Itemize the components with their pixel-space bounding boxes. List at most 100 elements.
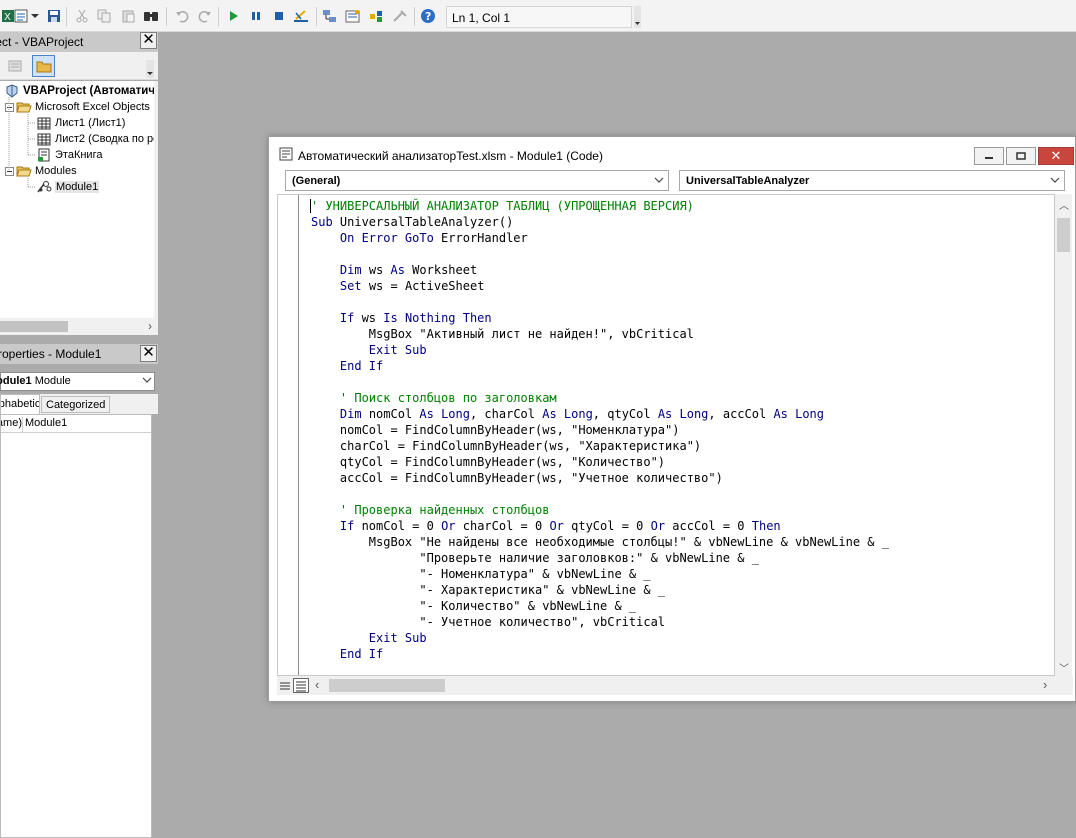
code-line[interactable]: accCol = FindColumnByHeader(ws, "Учетное… — [311, 470, 889, 486]
scroll-down-icon[interactable]: ﹀ — [1059, 660, 1069, 675]
code-line[interactable]: Dim nomCol As Long, charCol As Long, qty… — [311, 406, 889, 422]
scroll-up-icon[interactable]: ︿ — [1059, 197, 1069, 212]
save-icon[interactable] — [46, 8, 62, 24]
code-line[interactable]: On Error GoTo ErrorHandler — [311, 230, 889, 246]
find-icon[interactable] — [143, 8, 159, 24]
code-token: charCol = 0 — [455, 519, 550, 533]
toolbar-overflow-icon[interactable] — [634, 6, 641, 28]
redo-icon[interactable] — [197, 8, 213, 24]
code-line[interactable]: If nomCol = 0 Or charCol = 0 Or qtyCol =… — [311, 518, 889, 534]
code-text[interactable]: ' УНИВЕРСАЛЬНЫЙ АНАЛИЗАТОР ТАБЛИЦ (УПРОЩ… — [311, 198, 889, 662]
scroll-left-icon[interactable]: ‹ — [315, 677, 319, 692]
property-row-name[interactable]: (Name) Module1 — [1, 417, 151, 433]
code-line[interactable]: "- Учетное количество", vbCritical — [311, 614, 889, 630]
code-line[interactable]: ' Проверка найденных столбцов — [311, 502, 889, 518]
toggle-folders-icon[interactable] — [32, 55, 55, 77]
scroll-right-icon[interactable]: › — [148, 319, 152, 333]
code-line[interactable]: Set ws = ActiveSheet — [311, 278, 889, 294]
minimize-icon — [985, 157, 993, 159]
code-line[interactable]: "- Характеристика" & vbNewLine & _ — [311, 582, 889, 598]
copy-icon[interactable] — [96, 8, 112, 24]
tree-item-label: Лист2 (Сводка по результатам) — [55, 133, 154, 145]
properties-window-icon[interactable] — [345, 8, 361, 24]
code-line[interactable]: Dim ws As Worksheet — [311, 262, 889, 278]
code-line[interactable]: Exit Sub — [311, 630, 889, 646]
code-token: nomCol = 0 — [354, 519, 442, 533]
code-vscroll[interactable]: ︿ ﹀ — [1055, 194, 1072, 676]
restore-button[interactable] — [1006, 147, 1036, 165]
restore-icon — [1016, 152, 1026, 160]
code-line[interactable]: ' УНИВЕРСАЛЬНЫЙ АНАЛИЗАТОР ТАБЛИЦ (УПРОЩ… — [311, 198, 889, 214]
code-window-titlebar[interactable]: Автоматический анализаторTest.xlsm - Mod… — [269, 137, 1075, 167]
project-tree-hscroll[interactable]: › — [0, 318, 158, 335]
project-explorer-toolbar — [0, 52, 158, 80]
code-keyword: Is Nothing Then — [383, 311, 492, 325]
reset-icon[interactable] — [271, 8, 287, 24]
run-icon[interactable] — [225, 8, 241, 24]
code-line[interactable] — [311, 246, 889, 262]
code-line[interactable]: "- Номенклатура" & vbNewLine & _ — [311, 566, 889, 582]
code-line[interactable] — [311, 374, 889, 390]
view-object-icon[interactable] — [3, 55, 26, 77]
code-comment: ' Проверка найденных столбцов — [339, 503, 550, 517]
property-value[interactable]: Module1 — [23, 417, 67, 432]
code-line[interactable]: nomCol = FindColumnByHeader(ws, "Номенкл… — [311, 422, 889, 438]
properties-object-display: Module1 Module — [0, 375, 71, 387]
tab-alphabetic[interactable]: Alphabetic — [0, 394, 40, 414]
object-combo[interactable]: (General) — [285, 170, 669, 191]
tree-item-sheet1[interactable]: Лист1 (Лист1) — [36, 115, 125, 131]
code-line[interactable]: qtyCol = FindColumnByHeader(ws, "Количес… — [311, 454, 889, 470]
code-window-bottom-bar: ‹ › — [277, 676, 1073, 695]
properties-close-button[interactable]: ✕ — [140, 345, 157, 362]
code-line[interactable]: Sub UniversalTableAnalyzer() — [311, 214, 889, 230]
procedure-view-icon[interactable] — [277, 678, 293, 693]
code-line[interactable] — [311, 294, 889, 310]
hscroll-thumb[interactable] — [329, 679, 445, 692]
code-line[interactable]: Exit Sub — [311, 342, 889, 358]
code-line[interactable]: "Проверьте наличие заголовков:" & vbNewL… — [311, 550, 889, 566]
tree-item-sheet2[interactable]: Лист2 (Сводка по результатам) — [36, 131, 154, 147]
margin-indicator-bar[interactable] — [278, 195, 299, 675]
code-line[interactable]: MsgBox "Не найдены все необходимые столб… — [311, 534, 889, 550]
code-token: Worksheet — [404, 263, 478, 277]
paste-icon[interactable] — [120, 8, 136, 24]
insert-module-icon[interactable] — [13, 8, 29, 24]
design-mode-icon[interactable] — [293, 8, 309, 24]
project-explorer-icon[interactable] — [322, 8, 338, 24]
chevron-down-icon[interactable] — [1050, 174, 1060, 189]
project-tree-vscroll[interactable] — [154, 81, 158, 318]
code-line[interactable] — [311, 486, 889, 502]
tree-item-module1[interactable]: Module1 — [36, 179, 100, 195]
help-icon[interactable]: ? — [420, 8, 436, 24]
undo-icon[interactable] — [174, 8, 190, 24]
project-explorer-close-button[interactable]: ✕ — [140, 32, 157, 49]
code-line[interactable]: ' Поиск столбцов по заголовкам — [311, 390, 889, 406]
code-line[interactable]: End If — [311, 646, 889, 662]
chevron-down-icon[interactable] — [654, 174, 664, 189]
code-line[interactable]: End If — [311, 358, 889, 374]
object-browser-icon[interactable] — [368, 8, 384, 24]
code-line[interactable]: MsgBox "Активный лист не найден!", vbCri… — [311, 326, 889, 342]
properties-object-select[interactable]: Module1 Module — [0, 372, 155, 391]
tree-item-thisworkbook[interactable]: ЭтаКнига — [36, 147, 102, 163]
close-button[interactable]: ✕ — [1038, 147, 1074, 165]
minimize-button[interactable] — [974, 147, 1004, 165]
tab-categorized[interactable]: Categorized — [41, 396, 111, 413]
break-icon[interactable] — [248, 8, 264, 24]
code-line[interactable]: charCol = FindColumnByHeader(ws, "Характ… — [311, 438, 889, 454]
chevron-down-icon[interactable] — [142, 373, 152, 390]
full-module-view-icon[interactable] — [293, 678, 309, 693]
code-line[interactable]: "- Количество" & vbNewLine & _ — [311, 598, 889, 614]
code-keyword: Exit Sub — [368, 631, 427, 645]
tab-alphabetic-label: Alphabetic — [0, 398, 40, 410]
code-line[interactable]: If ws Is Nothing Then — [311, 310, 889, 326]
toolbox-icon[interactable] — [392, 8, 408, 24]
hscroll-thumb[interactable] — [0, 321, 68, 332]
scroll-right-icon[interactable]: › — [1043, 677, 1047, 692]
procedure-combo[interactable]: UniversalTableAnalyzer — [679, 170, 1065, 191]
project-toolbar-overflow-icon[interactable] — [146, 60, 154, 81]
vscroll-thumb[interactable] — [1057, 218, 1070, 252]
dropdown-icon[interactable] — [30, 8, 40, 24]
code-editor[interactable]: ' УНИВЕРСАЛЬНЫЙ АНАЛИЗАТОР ТАБЛИЦ (УПРОЩ… — [277, 194, 1055, 676]
cut-icon[interactable] — [74, 8, 90, 24]
